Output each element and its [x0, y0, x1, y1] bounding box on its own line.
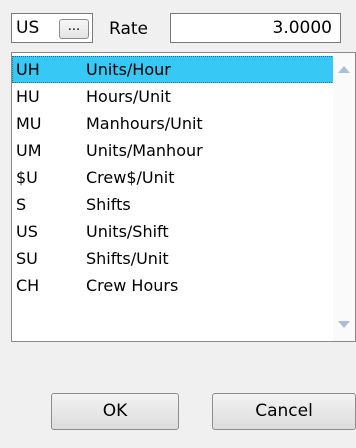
- scroll-down-icon[interactable]: [336, 316, 352, 332]
- cancel-button[interactable]: Cancel: [212, 393, 356, 430]
- list-item[interactable]: $U Crew$/Unit: [12, 164, 334, 191]
- list-item-code: HU: [16, 87, 40, 106]
- list-item-code: CH: [16, 276, 40, 295]
- list-item-code: US: [16, 222, 38, 241]
- unit-type-list[interactable]: UH Units/Hour HU Hours/Unit MU Manhours/…: [11, 52, 356, 342]
- list-item-description: Hours/Unit: [86, 87, 171, 106]
- list-item-description: Crew$/Unit: [86, 168, 175, 187]
- list-item[interactable]: US Units/Shift: [12, 218, 334, 245]
- list-item[interactable]: CH Crew Hours: [12, 272, 334, 299]
- list-item-code: MU: [16, 114, 42, 133]
- list-item-description: Units/Hour: [86, 60, 171, 79]
- list-item[interactable]: SU Shifts/Unit: [12, 245, 334, 272]
- rate-value: 3.0000: [272, 18, 332, 38]
- browse-button[interactable]: ...: [59, 19, 89, 39]
- list-item-description: Shifts: [86, 195, 131, 214]
- list-item[interactable]: UM Units/Manhour: [12, 137, 334, 164]
- list-item[interactable]: MU Manhours/Unit: [12, 110, 334, 137]
- rate-input[interactable]: 3.0000: [170, 13, 341, 43]
- list-item-description: Shifts/Unit: [86, 249, 169, 268]
- unit-code-field[interactable]: US ...: [11, 13, 93, 43]
- list-item[interactable]: S Shifts: [12, 191, 334, 218]
- list-items: UH Units/Hour HU Hours/Unit MU Manhours/…: [12, 56, 334, 299]
- list-item-code: UM: [16, 141, 42, 160]
- list-item-description: Units/Shift: [86, 222, 169, 241]
- list-item-code: S: [16, 195, 27, 214]
- unit-code-value: US: [16, 18, 40, 38]
- rate-label: Rate: [109, 19, 148, 39]
- list-item-description: Crew Hours: [86, 276, 179, 295]
- scroll-up-icon[interactable]: [336, 62, 352, 78]
- list-item[interactable]: UH Units/Hour: [12, 56, 334, 83]
- list-item-description: Units/Manhour: [86, 141, 203, 160]
- list-item[interactable]: HU Hours/Unit: [12, 83, 334, 110]
- list-item-description: Manhours/Unit: [86, 114, 203, 133]
- list-item-code: $U: [16, 168, 38, 187]
- list-scrollbar[interactable]: [333, 53, 355, 341]
- list-item-code: SU: [16, 249, 38, 268]
- list-item-code: UH: [16, 60, 40, 79]
- ok-button[interactable]: OK: [51, 393, 179, 430]
- header-row: US ... Rate 3.0000: [11, 13, 341, 43]
